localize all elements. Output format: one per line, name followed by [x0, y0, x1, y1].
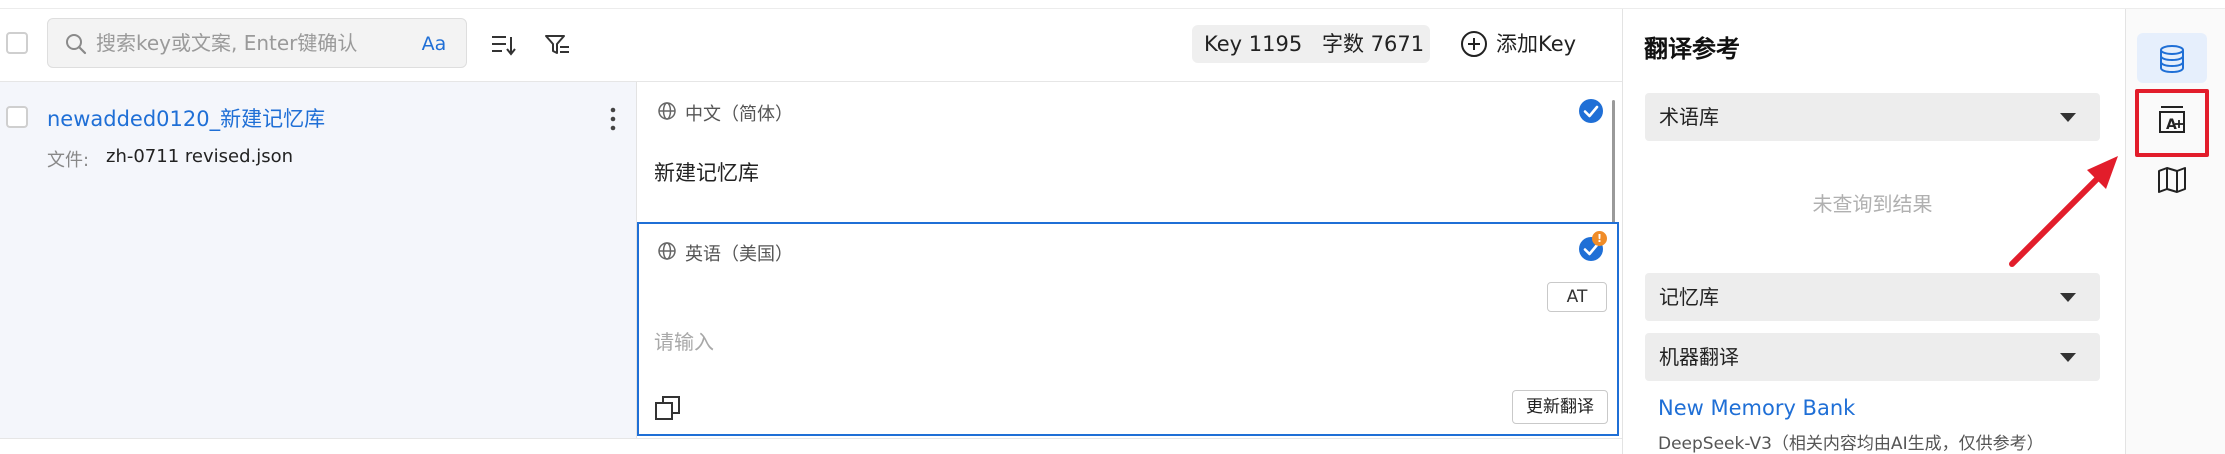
char-count: 字数 7671	[1322, 32, 1425, 56]
highlight-box	[2135, 89, 2209, 157]
caret-down-icon	[2060, 353, 2076, 362]
key-name-link[interactable]: newadded0120_新建记忆库	[47, 103, 325, 133]
stats-badge: Key 1195 字数 7671	[1192, 25, 1430, 63]
globe-icon	[658, 242, 676, 260]
sort-icon[interactable]	[490, 33, 516, 57]
add-key-label: 添加Key	[1496, 32, 1577, 56]
check-circle-icon[interactable]	[1578, 98, 1604, 124]
file-name: zh-0711 revised.json	[106, 146, 294, 167]
search-icon	[66, 34, 87, 55]
caret-down-icon	[2060, 113, 2076, 122]
select-all-checkbox[interactable]	[6, 32, 28, 54]
memory-bank-link[interactable]: New Memory Bank	[1658, 396, 1855, 420]
search-input[interactable]	[96, 27, 386, 59]
plus-circle-icon	[1461, 31, 1487, 57]
section-label: 记忆库	[1659, 285, 1719, 309]
top-border	[0, 0, 2225, 9]
source-text: 新建记忆库	[654, 161, 759, 185]
filter-icon[interactable]	[544, 33, 570, 57]
warning-badge: !	[1592, 231, 1607, 246]
database-icon[interactable]	[2158, 44, 2186, 74]
case-sensitive-toggle[interactable]: Aa	[414, 29, 454, 59]
file-label: 文件:	[47, 150, 90, 171]
source-language-label: 中文（简体）	[685, 104, 793, 125]
add-key-button[interactable]: 添加Key	[1460, 24, 1630, 64]
section-label: 术语库	[1659, 105, 1719, 129]
key-count: Key 1195	[1204, 32, 1303, 56]
map-icon[interactable]	[2157, 166, 2187, 194]
row-checkbox[interactable]	[6, 106, 28, 128]
target-language-label: 英语（美国）	[685, 244, 793, 265]
globe-icon	[658, 102, 676, 120]
copy-icon[interactable]	[654, 394, 682, 422]
annotation-arrow	[2009, 156, 2118, 267]
key-cell[interactable]	[0, 82, 637, 438]
translation-input-placeholder[interactable]: 请输入	[654, 326, 714, 355]
search-box[interactable]: Aa	[47, 18, 467, 68]
memory-bank-note: DeepSeek-V3（相关内容均由AI生成，仅供参考）	[1658, 434, 2044, 454]
memory-section-toggle[interactable]: 记忆库	[1645, 273, 2100, 321]
more-options-icon[interactable]	[603, 104, 623, 134]
panel-title: 翻译参考	[1644, 35, 1740, 63]
update-translation-button[interactable]: 更新翻译	[1512, 390, 1608, 424]
at-button[interactable]: AT	[1547, 282, 1607, 312]
machine-translation-section-toggle[interactable]: 机器翻译	[1645, 333, 2100, 381]
caret-down-icon	[2060, 293, 2076, 302]
section-label: 机器翻译	[1659, 345, 1739, 369]
terminology-section-toggle[interactable]: 术语库	[1645, 93, 2100, 141]
row-divider	[0, 438, 1622, 439]
